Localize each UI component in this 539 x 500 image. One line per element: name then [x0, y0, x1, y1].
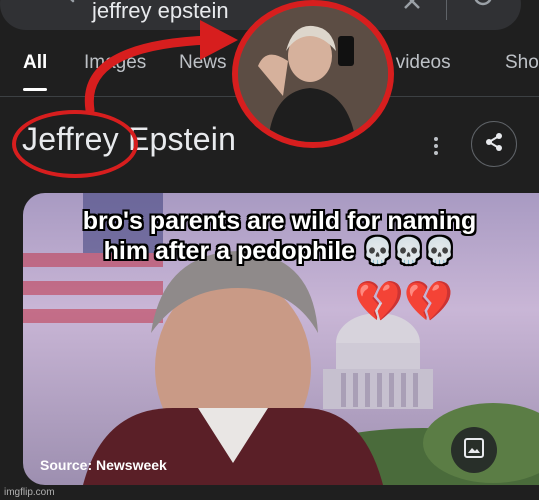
image-icon: [463, 437, 485, 464]
annotation-circled-photo: [232, 0, 394, 148]
share-button[interactable]: [471, 121, 517, 167]
meme-caption-line-1: bro's parents are wild for naming: [82, 207, 477, 235]
meme-caption: bro's parents are wild for naming him af…: [20, 206, 539, 266]
active-tab-indicator: [23, 88, 47, 91]
annotation-arrow: [84, 20, 238, 115]
tab-all[interactable]: All: [23, 52, 47, 74]
share-icon: [483, 131, 505, 158]
close-icon[interactable]: [402, 0, 422, 21]
image-source-label: Source: Newsweek: [40, 457, 167, 473]
broken-hearts-emoji: 💔💔: [354, 280, 454, 324]
annotation-circled-name: [12, 110, 138, 178]
google-lens-icon[interactable]: [470, 0, 496, 23]
searchbar-divider: [446, 0, 447, 20]
woman-selfie-thumbnail: [238, 6, 388, 142]
view-image-button[interactable]: [451, 427, 497, 473]
more-options-icon[interactable]: [432, 136, 440, 161]
footer-bar: [0, 485, 539, 500]
tab-shopping[interactable]: Sho: [505, 52, 539, 74]
meme-caption-line-2: him after a pedophile 💀💀💀: [103, 237, 456, 265]
imgflip-watermark: imgflip.com: [4, 487, 55, 498]
